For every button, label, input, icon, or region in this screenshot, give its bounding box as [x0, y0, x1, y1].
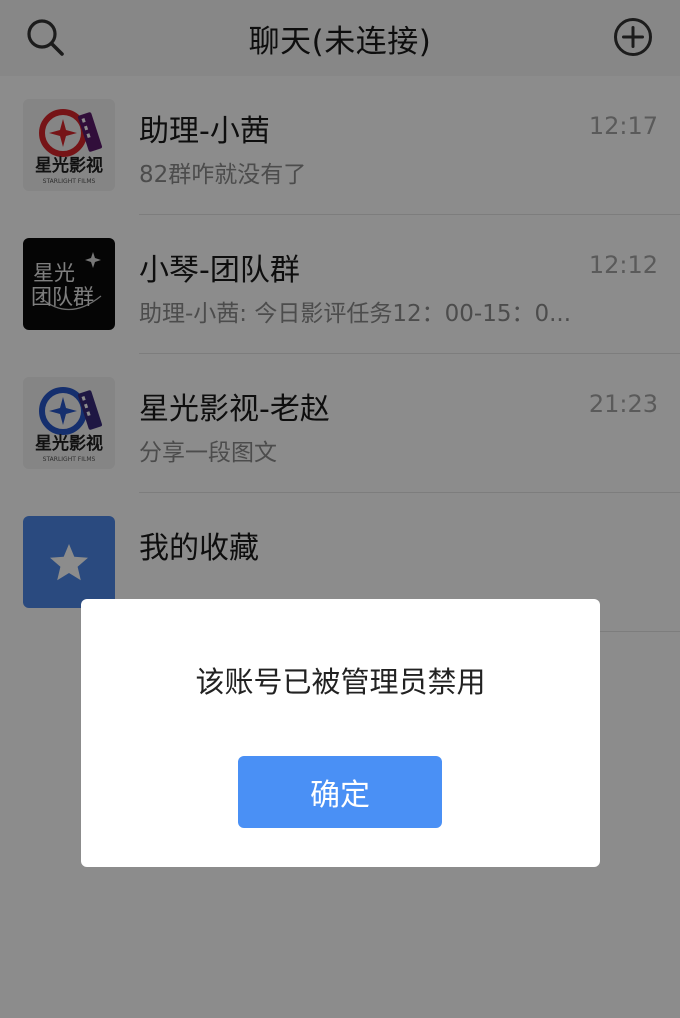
alert-dialog: 该账号已被管理员禁用 确定	[81, 599, 600, 867]
confirm-button[interactable]: 确定	[238, 756, 442, 828]
dialog-message: 该账号已被管理员禁用	[195, 665, 486, 699]
